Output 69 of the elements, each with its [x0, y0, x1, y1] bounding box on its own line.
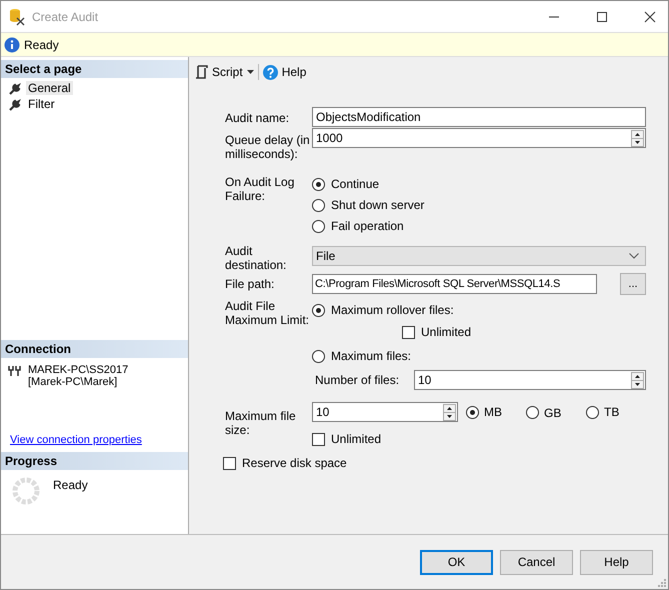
- section-header: Progress: [1, 452, 188, 470]
- checkbox[interactable]: [402, 326, 415, 338]
- checkbox-label[interactable]: Unlimited: [421, 325, 472, 339]
- spinner-arrows-icon: [631, 372, 644, 388]
- field-label: Queue delay (in milliseconds):: [225, 133, 311, 163]
- number-of-files-field[interactable]: 10: [414, 370, 646, 390]
- caret-icon: [246, 70, 254, 74]
- file-path-field[interactable]: C:\Program Files\Microsoft SQL Server\MSSQL14.S: [312, 274, 597, 294]
- help-icon: [262, 64, 278, 80]
- script-icon: [195, 64, 208, 80]
- dialog-button[interactable]: Cancel: [500, 550, 573, 574]
- page-item[interactable]: Filter: [26, 97, 57, 111]
- resize-grip-icon: [658, 579, 666, 587]
- progress-status: Ready: [53, 478, 88, 494]
- maximize-icon[interactable]: [596, 10, 608, 22]
- spinner-arrows-icon: [443, 404, 456, 420]
- field-label: Audit destination:: [225, 244, 288, 272]
- section-header: Connection: [1, 340, 188, 358]
- destination-dropdown[interactable]: File: [312, 246, 646, 266]
- radio-label[interactable]: GB: [544, 406, 562, 420]
- connection-icon: [8, 364, 22, 377]
- checkbox-label[interactable]: Unlimited: [331, 432, 382, 446]
- radio-button[interactable]: [526, 406, 539, 419]
- section-header: Select a page: [1, 60, 188, 78]
- window-title: Create Audit: [32, 10, 98, 24]
- browse-button[interactable]: ...: [620, 272, 646, 294]
- radio-label[interactable]: TB: [604, 405, 620, 419]
- audit-name-field[interactable]: ObjectsModification: [312, 106, 646, 126]
- radio-button[interactable]: [312, 198, 325, 212]
- checkbox-label[interactable]: Reserve disk space: [242, 456, 347, 470]
- radio-label[interactable]: Maximum files:: [331, 349, 412, 363]
- file-size-field[interactable]: 10: [312, 402, 458, 422]
- checkbox[interactable]: [312, 432, 325, 446]
- field-label: Maximum file size:: [225, 409, 297, 439]
- page-item[interactable]: General: [26, 81, 73, 95]
- queue-delay-field[interactable]: 1000: [312, 128, 646, 148]
- wrench-icon: [9, 98, 22, 110]
- radio-button[interactable]: [466, 406, 479, 418]
- field-label: Number of files:: [315, 373, 400, 387]
- connection-link[interactable]: View connection properties: [1, 434, 142, 452]
- chevron-icon: [629, 253, 639, 259]
- radio-label[interactable]: Continue: [331, 177, 380, 191]
- field-label: On Audit Log Failure:: [225, 175, 296, 205]
- radio-button[interactable]: [586, 406, 599, 418]
- radio-button[interactable]: [312, 178, 325, 190]
- database-icon: [8, 8, 26, 26]
- status-text: Ready: [24, 38, 59, 52]
- radio-button[interactable]: [312, 350, 325, 362]
- dialog-button[interactable]: OK: [420, 550, 493, 574]
- dialog-button[interactable]: Help: [580, 550, 653, 574]
- field-label: Audit File Maximum Limit:: [225, 299, 310, 329]
- radio-label[interactable]: Maximum rollover files:: [331, 303, 454, 317]
- spinner-arrows-icon: [631, 130, 644, 146]
- help-button[interactable]: Help: [260, 64, 308, 80]
- field-label: File path:: [225, 277, 276, 291]
- close-icon[interactable]: [644, 10, 656, 22]
- field-label: Audit name:: [225, 110, 290, 124]
- server-name: MAREK-PC\SS2017: [28, 364, 128, 376]
- info-icon: [4, 36, 20, 52]
- radio-label[interactable]: Shut down server: [331, 198, 424, 212]
- user-name: [Marek-PC\Marek]: [28, 376, 118, 388]
- radio-button[interactable]: [312, 220, 325, 232]
- spinner-icon: [11, 476, 41, 506]
- wrench-icon: [9, 82, 22, 94]
- radio-label[interactable]: Fail operation: [331, 219, 404, 233]
- checkbox[interactable]: [223, 456, 236, 470]
- radio-button[interactable]: [312, 304, 325, 316]
- radio-label[interactable]: MB: [484, 405, 502, 419]
- script-button[interactable]: Script: [193, 64, 256, 80]
